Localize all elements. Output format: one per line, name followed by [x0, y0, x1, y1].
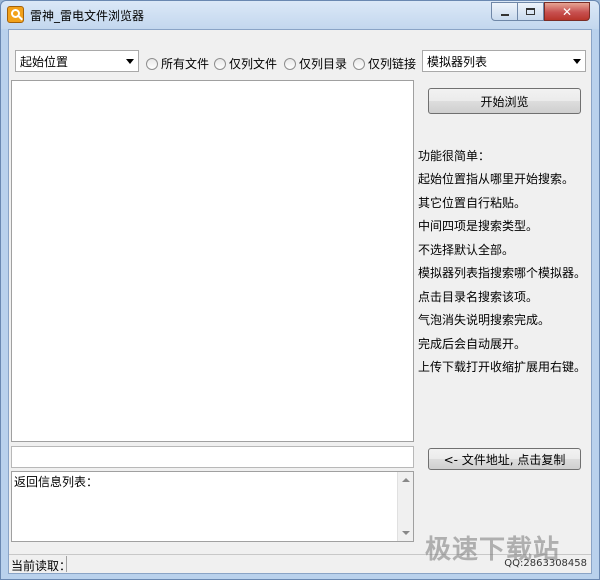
start-location-select[interactable]: 起始位置: [15, 50, 139, 72]
help-line: 气泡消失说明搜索完成。: [418, 313, 551, 327]
emulator-list-select[interactable]: 模拟器列表: [422, 50, 586, 72]
scroll-down-icon[interactable]: [402, 531, 410, 535]
status-divider: [66, 556, 67, 572]
help-line: 功能很简单：: [418, 149, 491, 163]
client-area: 起始位置 所有文件 仅列文件 仅列目录 仅列链接 模拟器列表 返回信息列表： 开…: [8, 29, 592, 574]
help-line: 不选择默认全部。: [418, 243, 515, 257]
help-line: 中间四项是搜索类型。: [418, 219, 539, 233]
radio-dirs-only[interactable]: 仅列目录: [284, 55, 347, 72]
help-line: 点击目录名搜索该项。: [418, 290, 539, 304]
help-line: 其它位置自行粘贴。: [418, 196, 527, 210]
watermark-logo: 极速下载站: [425, 535, 561, 565]
help-line: 起始位置指从哪里开始搜索。: [418, 172, 575, 186]
file-tree-panel[interactable]: [11, 80, 414, 442]
chevron-down-icon: [126, 59, 134, 64]
help-line: 模拟器列表指搜索哪个模拟器。: [418, 266, 587, 280]
radio-circle[interactable]: [146, 57, 158, 70]
start-browse-button[interactable]: 开始浏览: [428, 88, 581, 114]
help-line: 上传下载打开收缩扩展用右键。: [418, 360, 587, 374]
emulator-list-value: 模拟器列表: [427, 55, 488, 69]
current-read-label: 当前读取：: [11, 559, 72, 573]
chevron-down-icon: [573, 59, 581, 64]
title-bar[interactable]: 雷神_雷电文件浏览器 ✕: [1, 1, 599, 29]
radio-label: 仅列文件: [229, 57, 278, 71]
minimize-icon: [500, 13, 509, 16]
radio-label: 仅列链接: [368, 57, 417, 71]
minimize-button[interactable]: [491, 2, 518, 21]
help-line: 完成后会自动展开。: [418, 337, 527, 351]
info-log-panel[interactable]: 返回信息列表：: [11, 471, 414, 542]
radio-files-only[interactable]: 仅列文件: [214, 55, 277, 72]
radio-label: 所有文件: [161, 57, 210, 71]
window-title: 雷神_雷电文件浏览器: [30, 9, 145, 23]
radio-circle[interactable]: [214, 57, 226, 70]
radio-circle[interactable]: [353, 57, 365, 70]
app-window: 雷神_雷电文件浏览器 ✕ 起始位置 所有文件 仅列文件 仅列目录 仅列链接 模拟…: [0, 0, 600, 580]
radio-label: 仅列目录: [299, 57, 348, 71]
scroll-up-icon[interactable]: [402, 478, 410, 482]
radio-links-only[interactable]: 仅列链接: [353, 55, 416, 72]
file-path-input[interactable]: [11, 446, 414, 468]
maximize-button[interactable]: [518, 2, 544, 21]
copy-path-button[interactable]: <- 文件地址, 点击复制: [428, 448, 581, 470]
close-icon: ✕: [561, 4, 573, 19]
radio-circle[interactable]: [284, 57, 296, 70]
close-button[interactable]: ✕: [544, 2, 590, 21]
radio-all-files[interactable]: 所有文件: [146, 55, 209, 72]
start-location-value: 起始位置: [20, 55, 69, 69]
info-log-scrollbar[interactable]: [397, 472, 413, 541]
maximize-icon: [526, 8, 535, 15]
magnifier-icon: [7, 6, 24, 23]
info-log-label: 返回信息列表：: [14, 475, 99, 489]
